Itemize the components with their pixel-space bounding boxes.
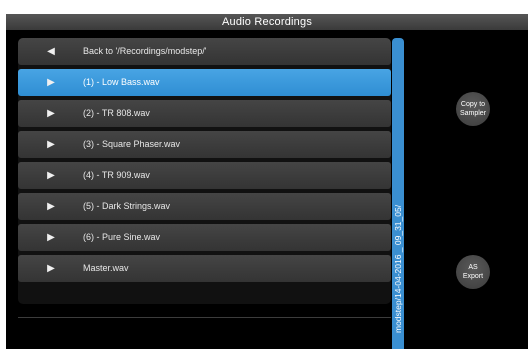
file-row-master[interactable]: ▶ Master.wav	[18, 255, 391, 282]
file-list: ◀ Back to '/Recordings/modstep/' ▶ (1) -…	[18, 38, 391, 304]
play-icon[interactable]: ▶	[44, 131, 58, 158]
audio-recordings-window: Audio Recordings ◀ Back to '/Recordings/…	[6, 14, 528, 349]
file-row-tr-909[interactable]: ▶ (4) - TR 909.wav	[18, 162, 391, 189]
play-icon[interactable]: ▶	[44, 193, 58, 220]
folder-path-label: modstep/14-04-2016 _ 09_31_05/	[393, 204, 403, 333]
copy-to-sampler-button[interactable]: Copy to Sampler	[456, 92, 490, 126]
arrow-left-icon: ◀	[47, 46, 55, 57]
file-label: (1) - Low Bass.wav	[83, 77, 160, 87]
back-label: Back to '/Recordings/modstep/'	[83, 46, 207, 56]
window-title: Audio Recordings	[6, 14, 528, 30]
file-label: (6) - Pure Sine.wav	[83, 232, 161, 242]
file-label: (5) - Dark Strings.wav	[83, 201, 171, 211]
play-icon[interactable]: ▶	[44, 100, 58, 127]
file-label: Master.wav	[83, 263, 129, 273]
file-row-square-phaser[interactable]: ▶ (3) - Square Phaser.wav	[18, 131, 391, 158]
play-icon[interactable]: ▶	[44, 224, 58, 251]
list-divider	[18, 317, 391, 318]
path-scrollbar[interactable]: modstep/14-04-2016 _ 09_31_05/	[392, 38, 404, 349]
play-icon[interactable]: ▶	[44, 162, 58, 189]
play-icon[interactable]: ▶	[44, 69, 58, 96]
back-row[interactable]: ◀ Back to '/Recordings/modstep/'	[18, 38, 391, 65]
play-icon[interactable]: ▶	[44, 255, 58, 282]
as-export-button[interactable]: AS Export	[456, 255, 490, 289]
file-row-low-bass[interactable]: ▶ (1) - Low Bass.wav	[18, 69, 391, 96]
file-label: (4) - TR 909.wav	[83, 170, 150, 180]
file-label: (2) - TR 808.wav	[83, 108, 150, 118]
file-row-tr-808[interactable]: ▶ (2) - TR 808.wav	[18, 100, 391, 127]
file-row-dark-strings[interactable]: ▶ (5) - Dark Strings.wav	[18, 193, 391, 220]
file-row-pure-sine[interactable]: ▶ (6) - Pure Sine.wav	[18, 224, 391, 251]
file-label: (3) - Square Phaser.wav	[83, 139, 181, 149]
